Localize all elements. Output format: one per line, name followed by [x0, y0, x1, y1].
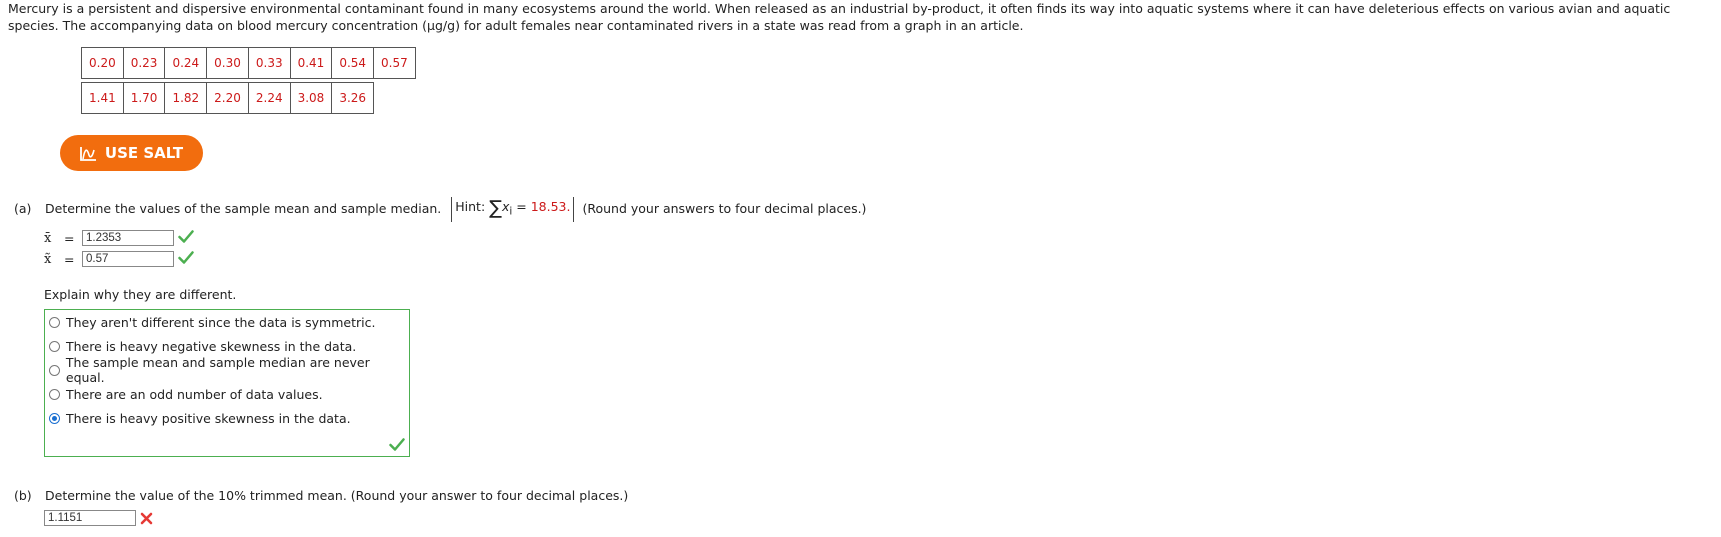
part-b-question: (b) Determine the value of the 10% trimme…: [14, 488, 628, 503]
data-cell: 3.08: [289, 82, 333, 114]
mean-answer-row: x̄ =: [44, 230, 194, 246]
equals-sign: =: [64, 251, 75, 267]
mean-symbol: x̄: [44, 230, 52, 246]
trimmed-mean-input[interactable]: [44, 510, 136, 526]
option-odd-number[interactable]: There are an odd number of data values.: [45, 382, 409, 406]
part-a-text: Determine the values of the sample mean …: [45, 201, 442, 216]
data-cell: 0.24: [164, 47, 208, 79]
hint-value: 18.53.: [530, 199, 571, 214]
data-table-row-1: 0.20 0.23 0.24 0.30 0.33 0.41 0.54 0.57: [81, 47, 416, 79]
median-answer-row: x̃ =: [44, 251, 194, 267]
use-salt-button[interactable]: USE SALT: [60, 135, 203, 171]
data-cell: 1.70: [122, 82, 166, 114]
data-cell: 0.20: [81, 47, 124, 79]
use-salt-label: USE SALT: [104, 144, 184, 162]
hint-equals: =: [512, 199, 531, 214]
option-never-equal[interactable]: The sample mean and sample median are ne…: [45, 355, 409, 385]
equals-sign: =: [64, 230, 75, 246]
radio-button[interactable]: [49, 316, 60, 328]
option-label: There are an odd number of data values.: [66, 386, 323, 402]
option-label: There is heavy positive skewness in the …: [66, 410, 351, 426]
correct-check-icon: [178, 251, 194, 267]
option-label: The sample mean and sample median are ne…: [65, 355, 370, 385]
hint-prefix: Hint:: [455, 199, 486, 214]
trimmed-mean-answer-row: [44, 510, 153, 526]
option-positive-skew[interactable]: There is heavy positive skewness in the …: [45, 406, 409, 430]
data-cell: 3.26: [331, 82, 375, 114]
data-cell: 0.57: [373, 47, 416, 79]
mean-input[interactable]: [82, 230, 174, 246]
problem-intro: Mercury is a persistent and dispersive e…: [8, 1, 1671, 33]
median-symbol: x̃: [44, 251, 52, 267]
radio-button[interactable]: [49, 340, 60, 352]
data-cell: 0.41: [289, 47, 333, 79]
salt-chart-icon: [80, 146, 97, 161]
data-cell: 0.30: [206, 47, 249, 79]
explanation-options: They aren't different since the data is …: [44, 309, 410, 457]
correct-check-icon: [178, 230, 194, 246]
data-cell: 1.82: [164, 82, 208, 114]
explain-prompt: Explain why they are different.: [44, 287, 237, 302]
part-b-label: (b): [14, 488, 32, 503]
option-label: There is heavy negative skewness in the …: [66, 338, 357, 354]
part-b-text: Determine the value of the 10% trimmed m…: [45, 488, 629, 503]
option-label: They aren't different since the data is …: [66, 314, 376, 330]
data-cell: 0.33: [247, 47, 291, 79]
part-a-question: (a) Determine the values of the sample me…: [14, 197, 867, 224]
correct-check-icon: [389, 438, 405, 454]
option-symmetric[interactable]: They aren't different since the data is …: [45, 310, 409, 334]
part-a-label: (a): [14, 201, 32, 216]
data-cell: 2.24: [247, 82, 291, 114]
data-cell: 0.23: [122, 47, 166, 79]
incorrect-x-icon: [140, 512, 153, 525]
radio-button-selected[interactable]: [49, 412, 60, 424]
radio-button[interactable]: [49, 364, 60, 376]
radio-button[interactable]: [49, 388, 60, 400]
sigma-symbol: ∑: [489, 197, 502, 219]
data-cell: 1.41: [81, 82, 124, 114]
data-table-row-2: 1.41 1.70 1.82 2.20 2.24 3.08 3.26: [81, 82, 375, 114]
round-note: (Round your answers to four decimal plac…: [582, 201, 867, 216]
median-input[interactable]: [82, 251, 174, 267]
data-cell: 0.54: [331, 47, 375, 79]
data-cell: 2.20: [206, 82, 249, 114]
hint-box: Hint: ∑xi = 18.53.: [451, 197, 575, 222]
